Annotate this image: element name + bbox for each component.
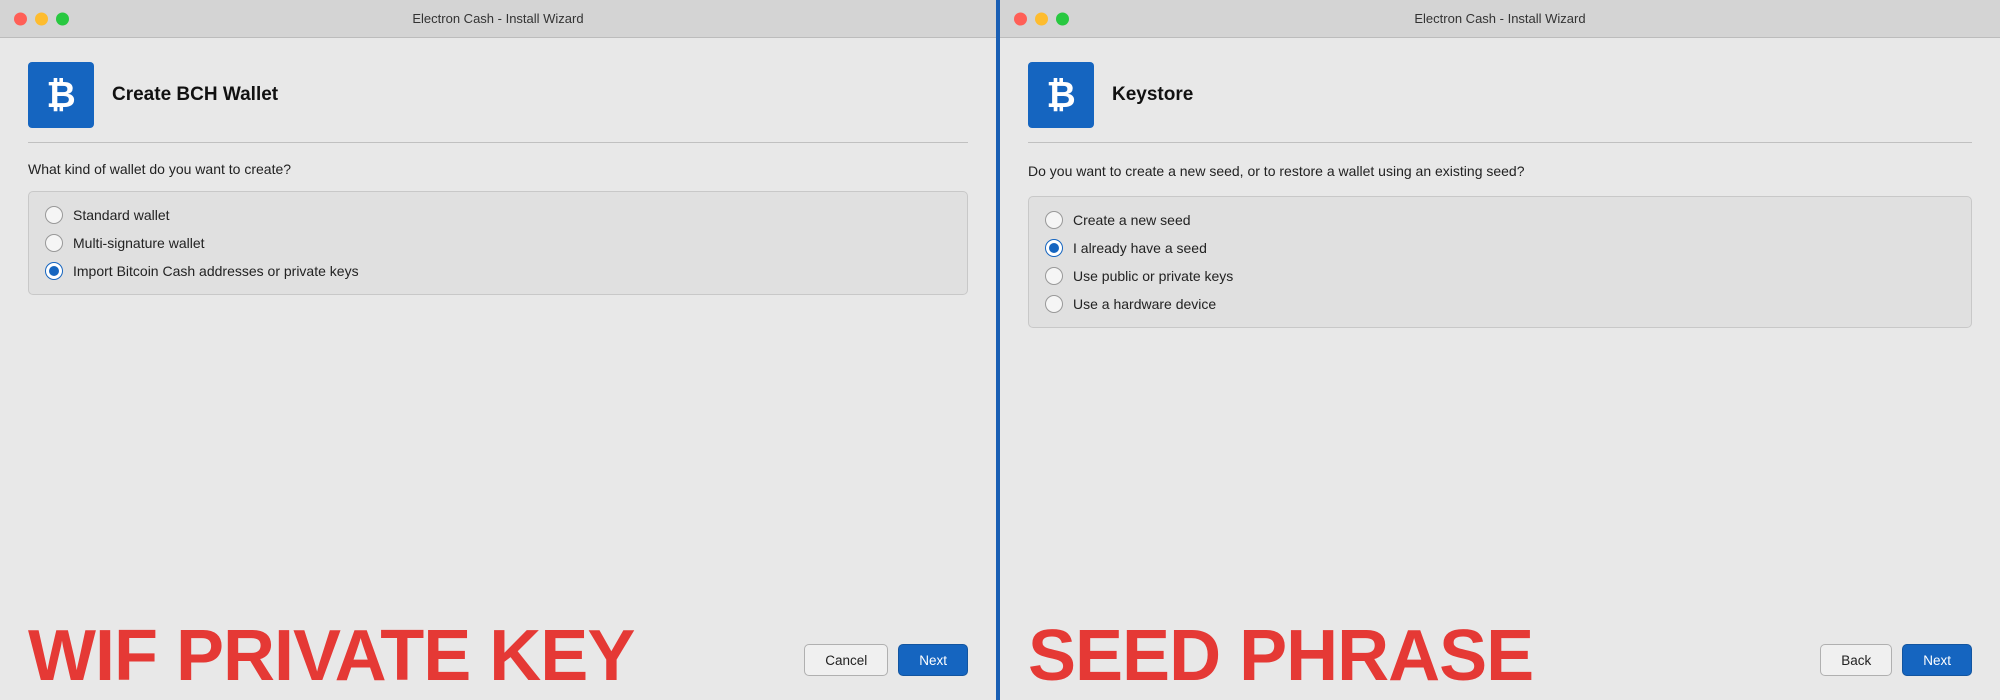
- minimize-button-right[interactable]: [1035, 12, 1048, 25]
- dialog-header-left: ₿ Create BCH Wallet: [28, 62, 968, 143]
- option-hardware-label: Use a hardware device: [1073, 296, 1216, 312]
- radio-existing-seed[interactable]: [1045, 239, 1063, 257]
- titlebar-right: Electron Cash - Install Wizard: [1000, 0, 2000, 38]
- dialog-content-left: ₿ Create BCH Wallet What kind of wallet …: [0, 38, 996, 620]
- maximize-button-left[interactable]: [56, 12, 69, 25]
- radio-multisig[interactable]: [45, 234, 63, 252]
- next-button-right[interactable]: Next: [1902, 644, 1972, 676]
- titlebar-text-left: Electron Cash - Install Wizard: [412, 11, 583, 26]
- keystore-description: Do you want to create a new seed, or to …: [1028, 161, 1972, 182]
- cancel-button[interactable]: Cancel: [804, 644, 888, 676]
- dialog-title-left: Create BCH Wallet: [112, 84, 278, 106]
- dialog-title-right: Keystore: [1112, 84, 1193, 106]
- bitcoin-icon-left: ₿: [28, 62, 94, 128]
- option-multisig-label: Multi-signature wallet: [73, 235, 205, 251]
- radio-new-seed[interactable]: [1045, 211, 1063, 229]
- dialog-question-left: What kind of wallet do you want to creat…: [28, 161, 968, 177]
- dialog-body-right: Do you want to create a new seed, or to …: [1028, 161, 1972, 620]
- radio-keys[interactable]: [1045, 267, 1063, 285]
- bottom-label-right: SEED PHRASE: [1000, 620, 1561, 700]
- radio-standard[interactable]: [45, 206, 63, 224]
- radio-import-inner: [49, 266, 59, 276]
- window-controls-right: [1014, 12, 1069, 25]
- right-panel: Electron Cash - Install Wizard ₿ Keystor…: [1000, 0, 2000, 700]
- maximize-button-right[interactable]: [1056, 12, 1069, 25]
- close-button-right[interactable]: [1014, 12, 1027, 25]
- titlebar-left: Electron Cash - Install Wizard: [0, 0, 996, 38]
- bottom-label-left: WIF PRIVATE KEY: [0, 620, 662, 700]
- option-multisig[interactable]: Multi-signature wallet: [45, 234, 951, 252]
- bitcoin-symbol-right: ₿: [1046, 77, 1075, 113]
- option-existing-seed-label: I already have a seed: [1073, 240, 1207, 256]
- option-standard-label: Standard wallet: [73, 207, 170, 223]
- radio-hardware[interactable]: [1045, 295, 1063, 313]
- option-new-seed[interactable]: Create a new seed: [1045, 211, 1955, 229]
- close-button-left[interactable]: [14, 12, 27, 25]
- dialog-header-right: ₿ Keystore: [1028, 62, 1972, 143]
- option-hardware[interactable]: Use a hardware device: [1045, 295, 1955, 313]
- back-button[interactable]: Back: [1820, 644, 1892, 676]
- dialog-body-left: What kind of wallet do you want to creat…: [28, 161, 968, 620]
- minimize-button-left[interactable]: [35, 12, 48, 25]
- option-keys[interactable]: Use public or private keys: [1045, 267, 1955, 285]
- bitcoin-symbol-left: ₿: [46, 77, 75, 113]
- option-existing-seed[interactable]: I already have a seed: [1045, 239, 1955, 257]
- next-button-left[interactable]: Next: [898, 644, 968, 676]
- titlebar-text-right: Electron Cash - Install Wizard: [1414, 11, 1585, 26]
- window-controls-left: [14, 12, 69, 25]
- option-import[interactable]: Import Bitcoin Cash addresses or private…: [45, 262, 951, 280]
- options-box-right: Create a new seed I already have a seed …: [1028, 196, 1972, 328]
- option-standard[interactable]: Standard wallet: [45, 206, 951, 224]
- option-import-label: Import Bitcoin Cash addresses or private…: [73, 263, 359, 279]
- radio-import[interactable]: [45, 262, 63, 280]
- radio-existing-seed-inner: [1049, 243, 1059, 253]
- option-new-seed-label: Create a new seed: [1073, 212, 1191, 228]
- options-box-left: Standard wallet Multi-signature wallet I…: [28, 191, 968, 295]
- dialog-content-right: ₿ Keystore Do you want to create a new s…: [1000, 38, 2000, 620]
- bitcoin-icon-right: ₿: [1028, 62, 1094, 128]
- left-panel: Electron Cash - Install Wizard ₿ Create …: [0, 0, 1000, 700]
- option-keys-label: Use public or private keys: [1073, 268, 1233, 284]
